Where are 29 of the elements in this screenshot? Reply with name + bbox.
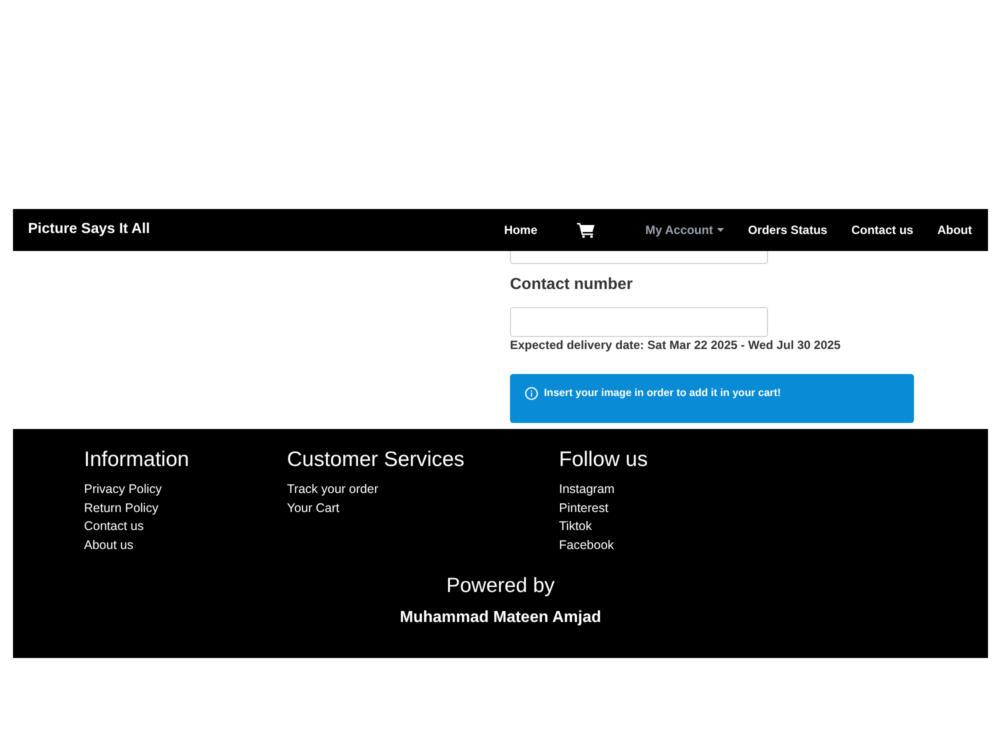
nav-link[interactable]: Contact us xyxy=(839,221,926,239)
nav-link[interactable]: Home xyxy=(492,221,550,239)
alert-text: Insert your image in order to add it in your cart! xyxy=(544,386,781,400)
footer-link[interactable]: Track your order xyxy=(287,480,378,498)
footer-link[interactable]: Return Policy xyxy=(84,498,158,517)
caret-icon xyxy=(716,228,724,232)
footer-link[interactable]: Tiktok xyxy=(559,517,592,536)
brand-title[interactable]: Picture Says It All xyxy=(28,219,150,241)
powered-by-heading: Powered by xyxy=(446,573,555,599)
delivery-note: Expected delivery date: Sat Mar 22 2025 - Wed Jul 30 2025 xyxy=(510,337,842,353)
footer-link[interactable]: Pinterest xyxy=(559,498,608,517)
input-field[interactable] xyxy=(510,251,768,264)
footer-link[interactable]: Instagram xyxy=(559,480,615,498)
author-name: Muhammad Mateen Amjad xyxy=(400,608,602,628)
nav-link[interactable]: Orders Status xyxy=(736,221,840,239)
cart-icon xyxy=(577,222,596,238)
footer-link[interactable]: Contact us xyxy=(84,517,144,536)
info-icon xyxy=(525,387,538,400)
account-dropdown[interactable]: My Account xyxy=(633,221,736,239)
footer-link[interactable]: Your Cart xyxy=(287,498,340,517)
footer-link[interactable]: Facebook xyxy=(559,536,614,554)
input-field[interactable] xyxy=(510,307,768,337)
footer-link[interactable]: Privacy Policy xyxy=(84,480,162,498)
nav-link[interactable]: About xyxy=(925,221,984,239)
field-label: Contact number xyxy=(510,275,634,295)
footer-heading: Information xyxy=(84,447,190,473)
footer-heading: Customer Services xyxy=(287,447,466,473)
footer-link[interactable]: About us xyxy=(84,536,134,554)
footer-heading: Follow us xyxy=(559,447,649,473)
